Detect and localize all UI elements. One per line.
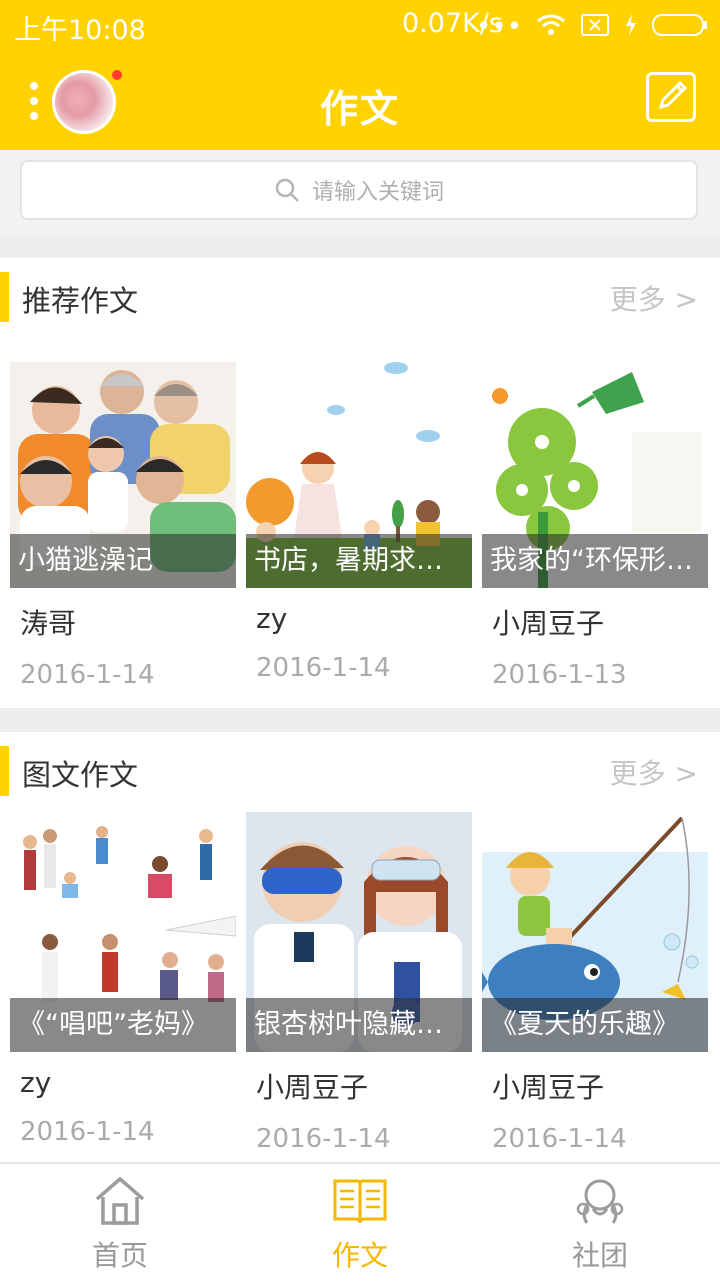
essay-author: 小周豆子 (256, 1071, 369, 1104)
essay-author: 小周豆子 (492, 607, 605, 640)
tab-community[interactable]: 社团 (480, 1164, 720, 1282)
essay-title: 《夏天的乐趣》 (482, 998, 708, 1052)
essay-title: 《“唱吧”老妈》 (10, 998, 236, 1052)
edit-button[interactable] (646, 72, 696, 122)
community-icon (573, 1172, 627, 1230)
essay-card[interactable]: 我家的“环保形… 小周豆子 2016-1-13 (482, 362, 708, 690)
essay-date: 2016-1-14 (256, 653, 391, 683)
essay-author: zy (20, 1066, 52, 1099)
pencil-icon (658, 80, 688, 110)
section-title: 推荐作文 (22, 284, 139, 318)
section-accent-bar (0, 272, 9, 322)
bottom-tab-bar: 首页 作文 社团 (0, 1162, 720, 1282)
search-icon (275, 178, 299, 202)
page-title: 作文 (319, 87, 400, 131)
essay-thumbnail: 书店，暑期求… (246, 362, 472, 588)
tab-label: 作文 (331, 1239, 388, 1272)
essay-card[interactable]: 《夏天的乐趣》 小周豆子 2016-1-14 (482, 812, 708, 1154)
essay-date: 2016-1-14 (20, 1117, 155, 1147)
charging-icon (624, 13, 638, 41)
essay-card[interactable]: 小猫逃澡记 涛哥 2016-1-14 (10, 362, 236, 690)
battery-icon (652, 13, 708, 41)
tab-label: 社团 (571, 1239, 628, 1272)
essay-thumbnail: 银杏树叶隐藏… (246, 812, 472, 1052)
search-placeholder: 请输入关键词 (311, 180, 444, 205)
essay-title: 书店，暑期求… (246, 534, 472, 588)
more-link[interactable]: 更多 > (610, 752, 698, 792)
essay-author: 小周豆子 (492, 1071, 605, 1104)
status-bar: 上午10:08 0.07K/s ••• (0, 0, 720, 50)
picture-essay-section: 图文作文 更多 > 《“唱吧”老妈》 zy 2016-1-14 银杏树叶隐藏… … (0, 732, 720, 1162)
search-area: 请输入关键词 (0, 150, 720, 236)
search-input[interactable]: 请输入关键词 (20, 160, 698, 220)
book-icon (332, 1172, 388, 1230)
essay-date: 2016-1-14 (492, 1124, 627, 1154)
essay-date: 2016-1-13 (492, 660, 627, 690)
tab-label: 首页 (91, 1239, 148, 1272)
section-accent-bar (0, 746, 9, 796)
essay-thumbnail: 小猫逃澡记 (10, 362, 236, 588)
section-header: 推荐作文 更多 > (0, 258, 720, 338)
essay-thumbnail: 《夏天的乐趣》 (482, 812, 708, 1052)
essay-thumbnail: 我家的“环保形… (482, 362, 708, 588)
essay-author: 涛哥 (20, 607, 77, 640)
essay-card[interactable]: 书店，暑期求… zy 2016-1-14 (246, 362, 472, 683)
essay-title: 我家的“环保形… (482, 534, 708, 588)
divider (0, 236, 720, 258)
essay-thumbnail: 《“唱吧”老妈》 (10, 812, 236, 1052)
essay-title: 银杏树叶隐藏… (246, 998, 472, 1052)
essay-card[interactable]: 银杏树叶隐藏… 小周豆子 2016-1-14 (246, 812, 472, 1154)
divider (0, 708, 720, 732)
essay-date: 2016-1-14 (20, 660, 155, 690)
status-time: 上午10:08 (14, 15, 146, 46)
tab-essay[interactable]: 作文 (240, 1164, 480, 1282)
wifi-icon (536, 13, 566, 41)
section-title: 图文作文 (22, 758, 139, 792)
tab-home[interactable]: 首页 (0, 1164, 240, 1282)
more-link[interactable]: 更多 > (610, 278, 698, 318)
dots-icon: ••• (475, 12, 522, 42)
essay-card[interactable]: 《“唱吧”老妈》 zy 2016-1-14 (10, 812, 236, 1147)
recommended-section: 推荐作文 更多 > 小猫逃澡记 涛哥 2016-1-14 书店，暑期求… zy … (0, 258, 720, 708)
app-bar: 作文 (0, 50, 720, 150)
essay-title: 小猫逃澡记 (10, 534, 236, 588)
home-icon (93, 1172, 147, 1230)
essay-author: zy (256, 602, 288, 635)
no-sim-icon (580, 13, 610, 41)
essay-date: 2016-1-14 (256, 1124, 391, 1154)
section-header: 图文作文 更多 > (0, 732, 720, 812)
status-icons: ••• (476, 12, 708, 42)
